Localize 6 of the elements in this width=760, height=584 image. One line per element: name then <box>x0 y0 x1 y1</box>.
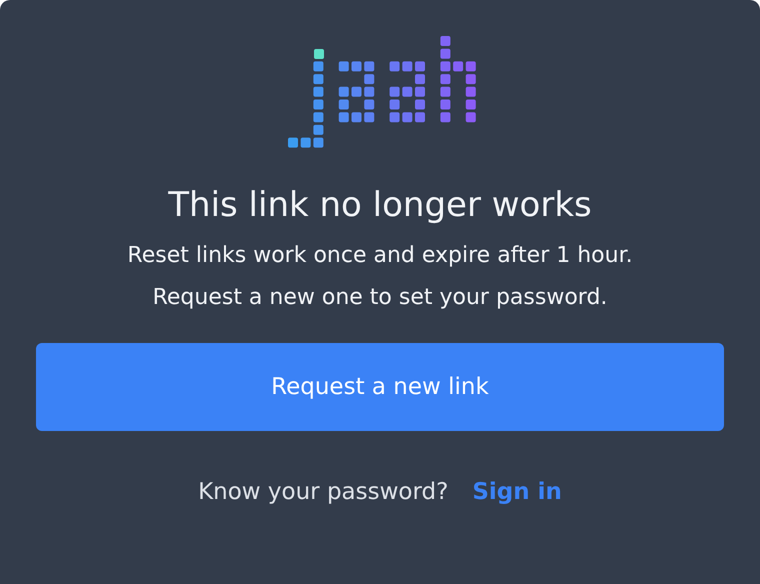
message-text: Request a new one to set your password. <box>152 284 608 312</box>
prompt-text: Know your password? <box>198 479 448 505</box>
sign-in-link[interactable]: Sign in <box>472 479 562 505</box>
heading: This link no longer works <box>168 185 592 225</box>
request-link-button[interactable]: Request a new link <box>36 343 724 431</box>
message-text: Reset links work once and expire after 1 hour. <box>127 242 633 270</box>
